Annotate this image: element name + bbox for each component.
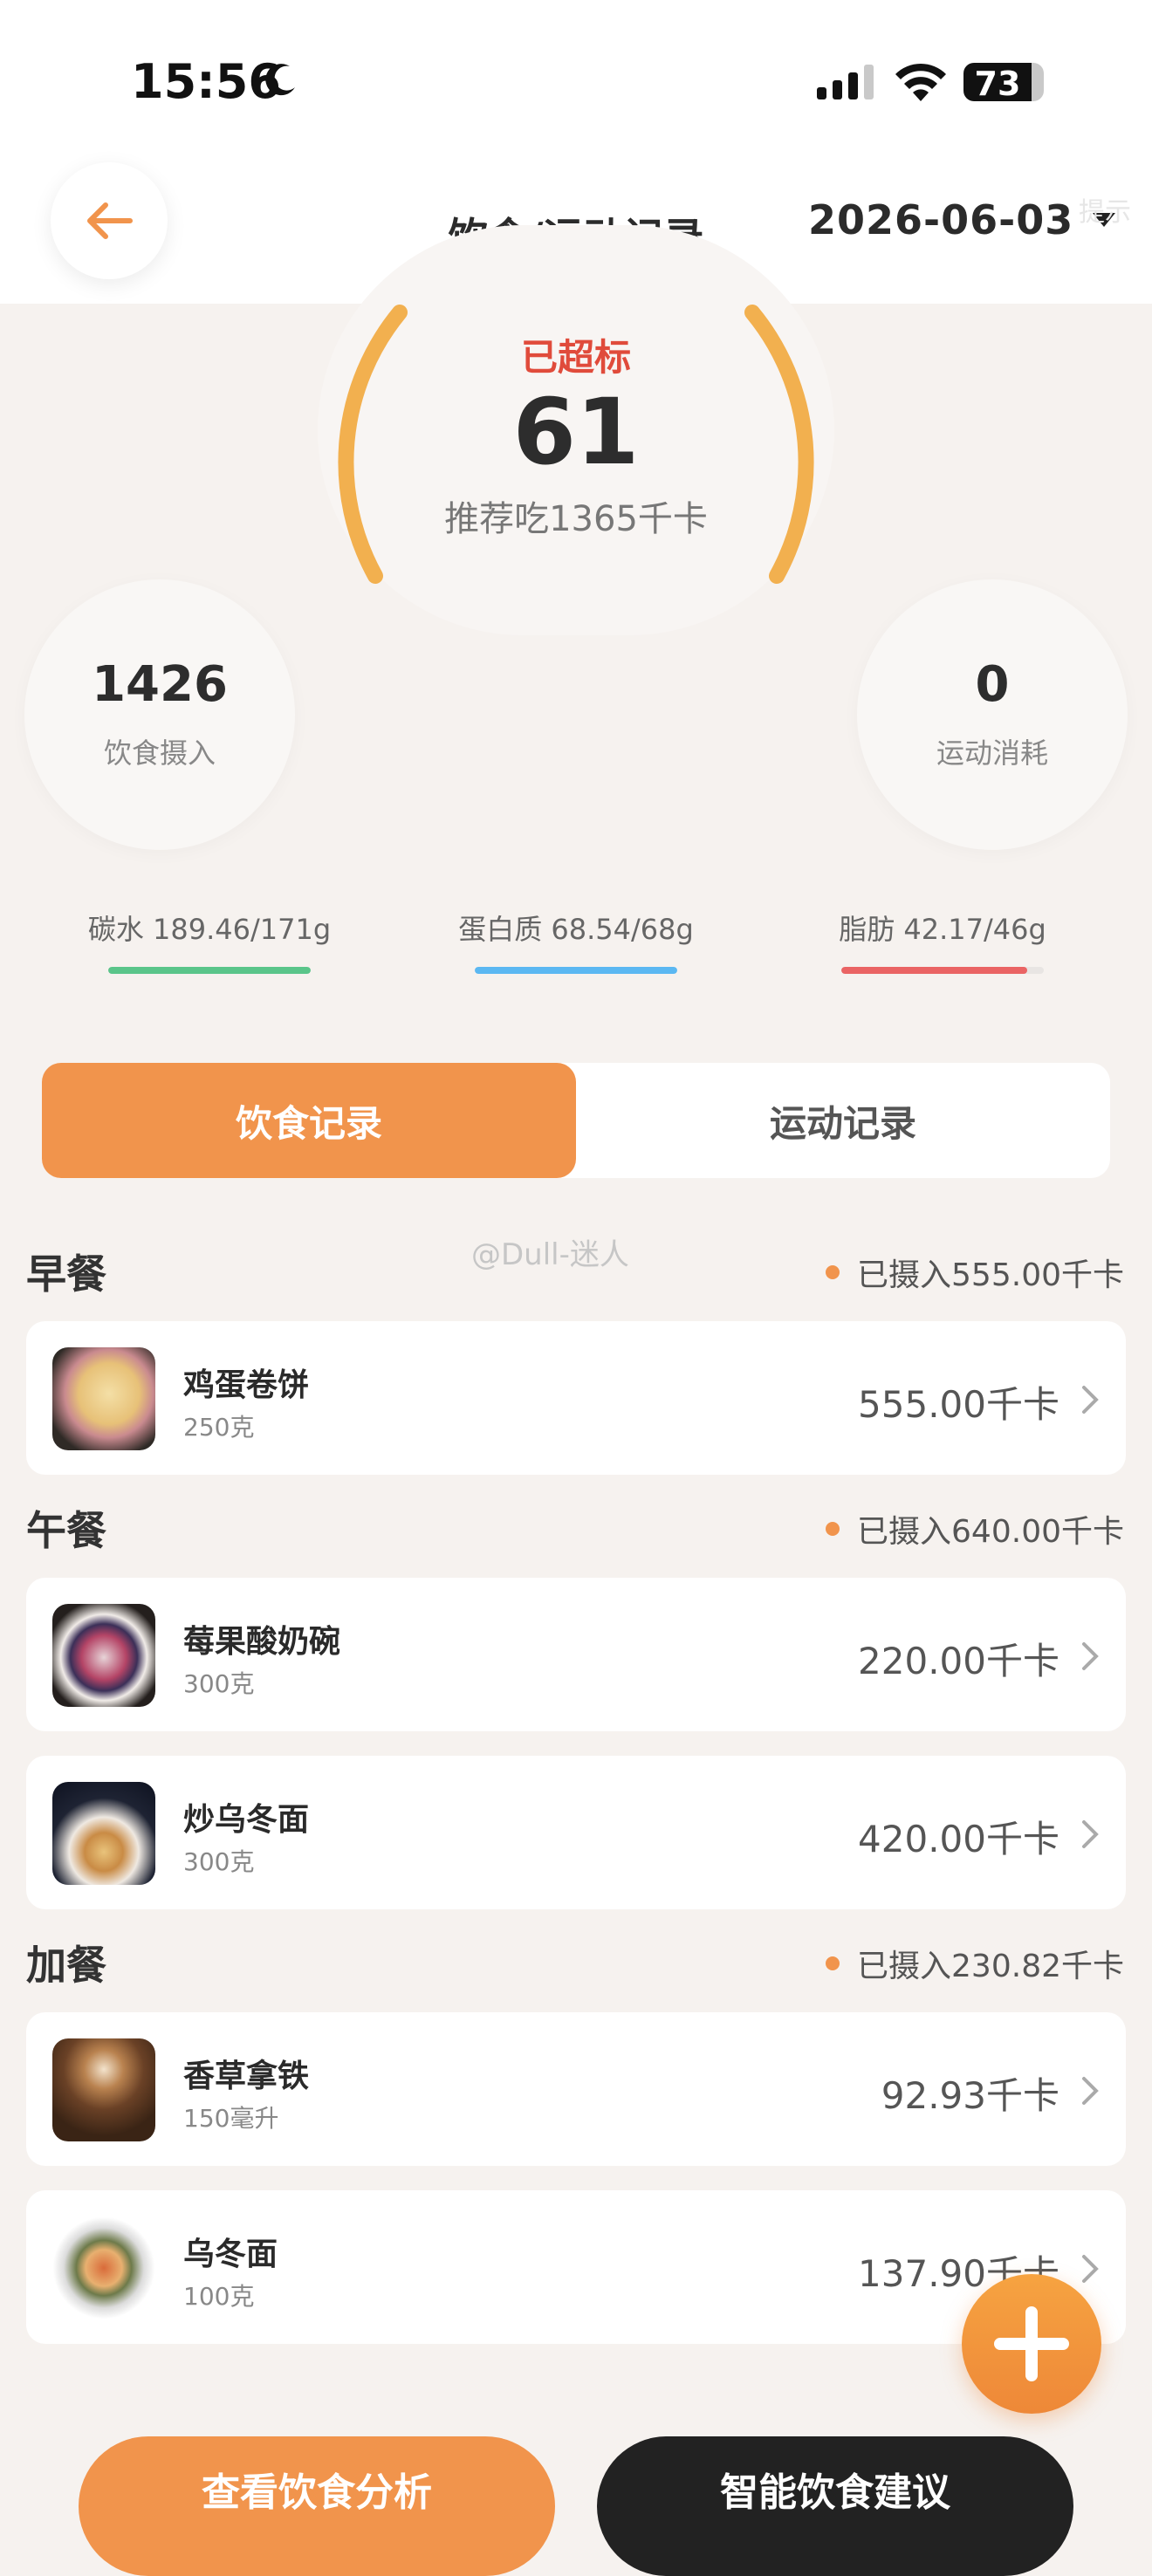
food-name: 鸡蛋卷饼 bbox=[183, 1367, 310, 1403]
battery-level: 73 bbox=[974, 65, 1021, 103]
food-name: 香草拿铁 bbox=[183, 2059, 310, 2094]
carbs-bar bbox=[108, 967, 311, 974]
food-thumbnail-vanilla-latte bbox=[52, 2038, 155, 2141]
summary-dot bbox=[826, 1522, 840, 1536]
food-item-card[interactable]: 莓果酸奶碗 300克 220.00千卡 bbox=[26, 1578, 1126, 1731]
food-thumbnail-udon bbox=[52, 2216, 155, 2319]
protein-label: 蛋白质 68.54/68g bbox=[458, 913, 694, 946]
carbs-bar-fill bbox=[108, 967, 311, 974]
food-name: 炒乌冬面 bbox=[183, 1802, 310, 1838]
tab-diet-records[interactable]: 饮食记录 bbox=[42, 1063, 576, 1178]
chevron-right-icon bbox=[1082, 1386, 1099, 1414]
wifi-icon bbox=[895, 63, 946, 101]
tab-exercise-records[interactable]: 运动记录 bbox=[576, 1063, 1110, 1178]
food-item-card[interactable]: 炒乌冬面 300克 420.00千卡 bbox=[26, 1756, 1126, 1909]
chevron-right-icon bbox=[1082, 1642, 1099, 1670]
signal-icon bbox=[817, 65, 874, 99]
food-amount: 250克 bbox=[183, 1413, 255, 1442]
chevron-right-icon bbox=[1082, 1820, 1099, 1848]
watermark: @Dull-迷人 bbox=[471, 1237, 629, 1272]
gauge-value: 61 bbox=[512, 379, 640, 485]
moon-icon bbox=[265, 64, 295, 96]
status-time: 15:56 bbox=[131, 54, 281, 109]
food-amount: 150毫升 bbox=[183, 2104, 279, 2133]
food-name: 莓果酸奶碗 bbox=[183, 1624, 341, 1660]
protein-bar bbox=[475, 967, 677, 974]
section-summary-breakfast: 已摄入555.00千卡 bbox=[826, 1250, 1124, 1295]
section-title-snack: 加餐 bbox=[26, 1942, 106, 1989]
burn-value: 0 bbox=[975, 656, 1010, 713]
carbs-label: 碳水 189.46/171g bbox=[87, 913, 332, 946]
chevron-right-icon bbox=[1082, 2077, 1099, 2105]
ghost-hint-text: 提示 bbox=[1079, 197, 1131, 228]
food-calories: 420.00千卡 bbox=[858, 1818, 1059, 1860]
food-item-card[interactable]: 鸡蛋卷饼 250克 555.00千卡 bbox=[26, 1321, 1126, 1475]
fat-bar-fill bbox=[841, 967, 1027, 974]
food-thumbnail-egg-wrap bbox=[52, 1347, 155, 1450]
food-amount: 100克 bbox=[183, 2282, 255, 2311]
food-amount: 300克 bbox=[183, 1847, 255, 1876]
food-calories: 220.00千卡 bbox=[858, 1640, 1059, 1682]
add-record-button[interactable] bbox=[962, 2274, 1101, 2414]
intake-circle bbox=[24, 579, 295, 850]
smart-diet-advice-button[interactable]: 智能饮食建议 bbox=[597, 2436, 1073, 2576]
section-summary-snack: 已摄入230.82千卡 bbox=[826, 1941, 1124, 1986]
food-thumbnail-berry-yogurt bbox=[52, 1604, 155, 1707]
summary-dot bbox=[826, 1956, 840, 1970]
protein-bar-fill bbox=[475, 967, 677, 974]
plus-icon bbox=[994, 2306, 1069, 2381]
record-tabs: 饮食记录 运动记录 bbox=[42, 1063, 1110, 1178]
summary-text: 已摄入555.00千卡 bbox=[857, 1257, 1124, 1293]
intake-value: 1426 bbox=[92, 656, 228, 713]
date-picker[interactable]: 2026-06-03 bbox=[808, 194, 1116, 246]
gauge-recommendation: 推荐吃1365千卡 bbox=[444, 499, 708, 539]
food-amount: 300克 bbox=[183, 1669, 255, 1698]
fat-bar bbox=[841, 967, 1044, 974]
summary-text: 已摄入230.82千卡 bbox=[857, 1949, 1124, 1984]
summary-text: 已摄入640.00千卡 bbox=[857, 1514, 1124, 1550]
view-diet-analysis-button[interactable]: 查看饮食分析 bbox=[79, 2436, 555, 2576]
section-summary-lunch: 已摄入640.00千卡 bbox=[826, 1506, 1124, 1552]
summary-dot bbox=[826, 1265, 840, 1279]
section-title-lunch: 午餐 bbox=[26, 1507, 106, 1554]
section-title-breakfast: 早餐 bbox=[26, 1250, 106, 1298]
burn-circle bbox=[857, 579, 1128, 850]
food-calories: 555.00千卡 bbox=[858, 1383, 1059, 1426]
fat-label: 脂肪 42.17/46g bbox=[839, 913, 1046, 946]
burn-label: 运动消耗 bbox=[936, 736, 1048, 770]
date-text: 2026-06-03 bbox=[808, 196, 1074, 243]
food-thumbnail-fried-udon bbox=[52, 1782, 155, 1885]
intake-label: 饮食摄入 bbox=[103, 736, 216, 770]
food-calories: 92.93千卡 bbox=[881, 2074, 1059, 2117]
food-name: 乌冬面 bbox=[183, 2237, 278, 2272]
gauge-status: 已超标 bbox=[520, 336, 631, 379]
food-item-card[interactable]: 香草拿铁 150毫升 92.93千卡 bbox=[26, 2012, 1126, 2166]
battery-cap bbox=[1032, 63, 1044, 101]
food-item-card[interactable]: 乌冬面 100克 137.90千卡 bbox=[26, 2190, 1126, 2344]
